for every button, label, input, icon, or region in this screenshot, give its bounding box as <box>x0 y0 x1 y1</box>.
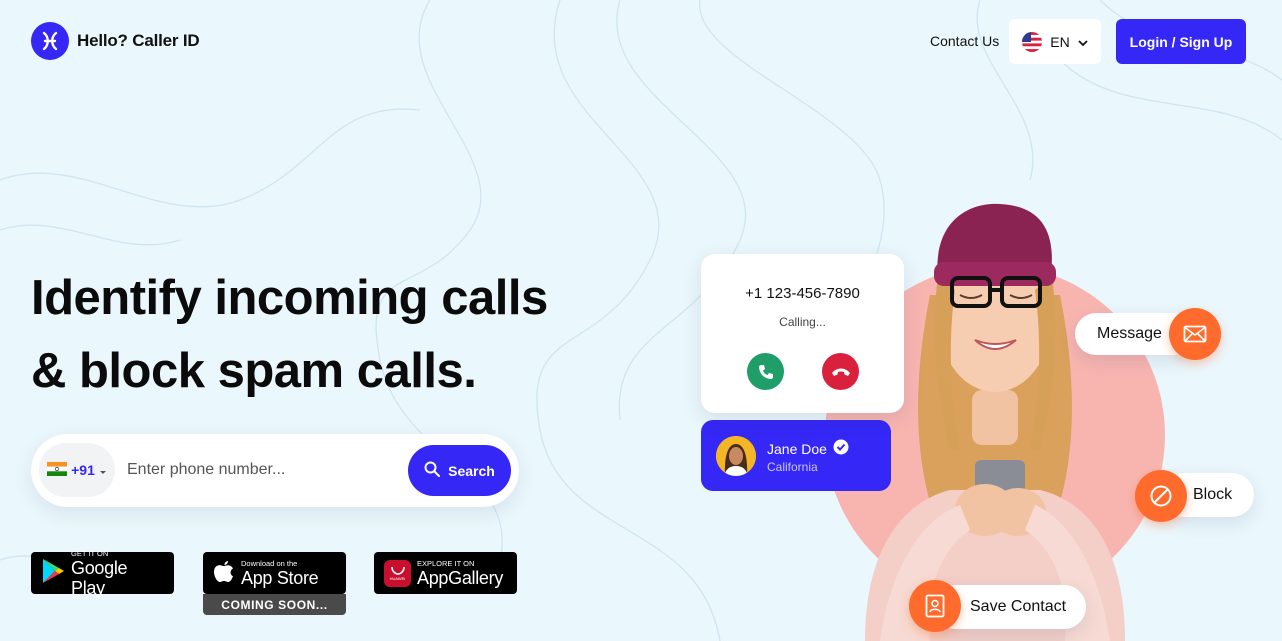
incoming-call-card: +1 123-456-7890 Calling... <box>701 254 904 413</box>
caller-name-row: Jane Doe <box>767 439 849 458</box>
headline-line-2: & block spam calls. <box>31 344 477 398</box>
brand-name: Hello? Caller ID <box>77 31 200 50</box>
country-code-selector[interactable]: +91 <box>39 443 115 497</box>
hero-headline: Identify incoming calls & block spam cal… <box>31 262 591 408</box>
calling-number: +1 123-456-7890 <box>745 285 860 302</box>
language-code: EN <box>1050 33 1070 50</box>
caller-id-card: Jane Doe California <box>701 420 891 491</box>
site-logo[interactable]: Hello? Caller ID <box>31 22 200 60</box>
google-play-badge[interactable]: GET IT ON Google Play <box>31 548 174 598</box>
caller-name: Jane Doe <box>767 440 827 457</box>
login-signup-button[interactable]: Login / Sign Up <box>1116 19 1246 64</box>
phone-search-box: +91 Search <box>31 434 519 507</box>
caller-avatar <box>716 436 756 476</box>
coming-soon-label: COMING SOON... <box>203 594 346 615</box>
block-label: Block <box>1193 486 1233 503</box>
app-gallery-badge[interactable]: HUAWEI EXPLORE IT ON AppGallery <box>374 552 517 594</box>
apple-icon <box>213 558 235 589</box>
envelope-icon <box>1169 308 1221 360</box>
save-contact-label: Save Contact <box>970 598 1067 615</box>
google-play-small-text: GET IT ON <box>71 548 109 558</box>
search-icon <box>424 461 441 480</box>
huawei-logo-text: HUAWEI <box>389 575 406 581</box>
us-flag-icon <box>1022 31 1043 52</box>
search-button[interactable]: Search <box>408 445 511 496</box>
verified-badge-icon <box>833 439 849 458</box>
decline-call-icon <box>822 353 859 390</box>
india-flag-icon <box>47 461 68 479</box>
call-status: Calling... <box>779 315 826 329</box>
message-label: Message <box>1097 325 1162 342</box>
phone-number-input[interactable] <box>127 454 417 486</box>
language-selector[interactable]: EN <box>1009 19 1101 64</box>
contact-us-link[interactable]: Contact Us <box>930 33 999 49</box>
app-gallery-big-text: AppGallery <box>417 567 504 588</box>
contact-card-icon <box>909 580 961 632</box>
country-code: +91 <box>71 462 95 478</box>
app-gallery-small-text: EXPLORE IT ON <box>417 558 475 568</box>
app-store-badge[interactable]: Download on the App Store <box>203 552 346 594</box>
accept-call-icon <box>747 353 784 390</box>
search-button-label: Search <box>448 462 495 479</box>
block-icon <box>1135 470 1187 522</box>
app-store-small-text: Download on the <box>241 558 298 568</box>
huawei-appgallery-icon: HUAWEI <box>384 559 411 587</box>
headline-line-1: Identify incoming calls <box>31 271 548 325</box>
google-play-icon <box>41 558 65 589</box>
app-store-big-text: App Store <box>241 567 319 588</box>
chevron-down-icon <box>1078 34 1088 50</box>
google-play-big-text: Google Play <box>71 557 128 598</box>
logo-icon <box>31 22 69 60</box>
caret-down-icon <box>99 462 107 478</box>
caller-location: California <box>767 460 818 474</box>
